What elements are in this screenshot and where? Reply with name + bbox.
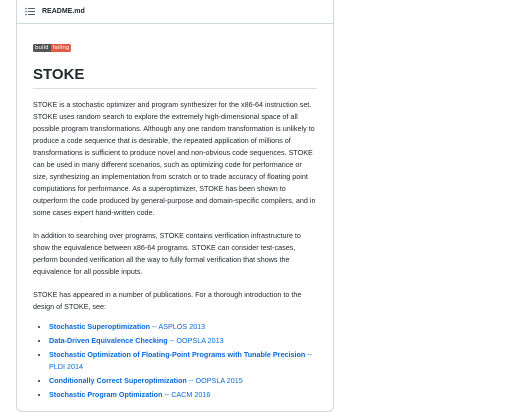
publication-list: Stochastic Superoptimization -- ASPLOS 2…	[33, 321, 317, 401]
publication-link[interactable]: Conditionally Correct Superoptimization	[49, 376, 187, 385]
list-item: Conditionally Correct Superoptimization …	[49, 375, 317, 387]
list-item: Stochastic Optimization of Floating-Poin…	[49, 349, 317, 373]
list-icon[interactable]	[25, 7, 35, 16]
publication-venue: -- OOPSLA 2013	[167, 336, 224, 345]
publication-link[interactable]: Stochastic Program Optimization	[49, 390, 162, 399]
intro-paragraph: STOKE is a stochastic optimizer and prog…	[33, 100, 316, 217]
list-item: Stochastic Program Optimization -- CACM …	[49, 389, 317, 401]
publications-paragraph: STOKE has appeared in a number of public…	[33, 290, 302, 311]
publication-link[interactable]: Data-Driven Equivalence Checking	[49, 336, 168, 345]
readme-panel: README.md build failing STOKE STOKE is a…	[16, 0, 334, 412]
publication-venue: -- CACM 2016	[162, 390, 211, 399]
readme-header: README.md	[17, 0, 333, 24]
build-status-badge[interactable]: build failing	[33, 44, 72, 52]
page-title: STOKE	[33, 66, 317, 89]
readme-content: build failing STOKE STOKE is a stochasti…	[17, 24, 333, 401]
readme-filename: README.md	[42, 8, 85, 15]
verification-paragraph: In addition to searching over programs, …	[33, 231, 301, 276]
publication-link[interactable]: Stochastic Superoptimization	[49, 322, 150, 331]
list-item: Stochastic Superoptimization -- ASPLOS 2…	[49, 321, 317, 333]
publication-venue: -- OOPSLA 2015	[186, 376, 243, 385]
publication-link[interactable]: Stochastic Optimization of Floating-Poin…	[49, 350, 305, 359]
badge-label: build	[33, 44, 51, 52]
publication-venue: -- ASPLOS 2013	[150, 322, 206, 331]
badge-status: failing	[50, 44, 72, 52]
list-item: Data-Driven Equivalence Checking -- OOPS…	[49, 335, 317, 347]
